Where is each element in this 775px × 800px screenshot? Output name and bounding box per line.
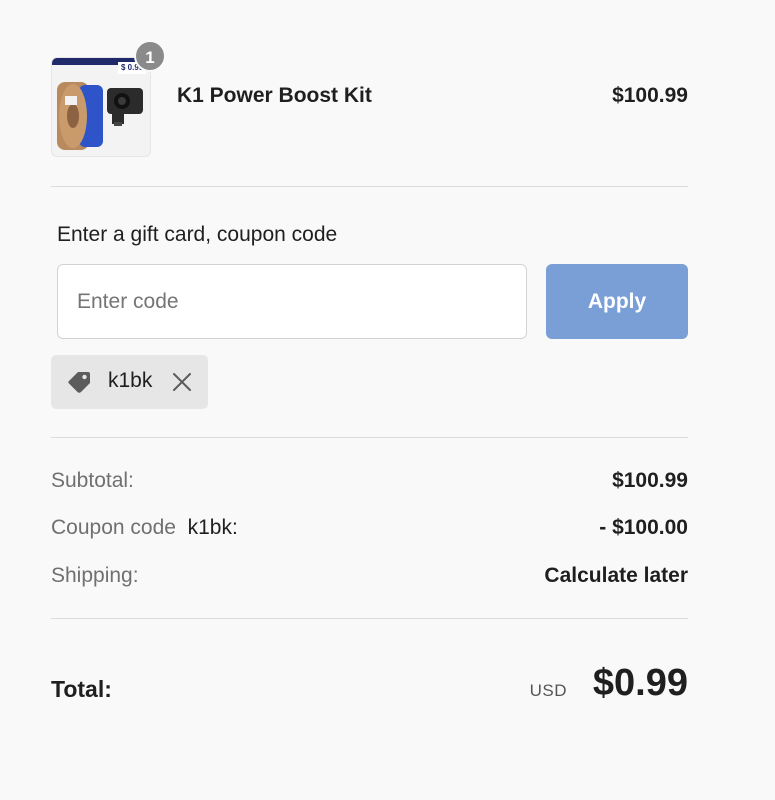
product-name: K1 Power Boost Kit [177,84,372,107]
apply-button[interactable]: Apply [546,264,688,339]
coupon-discount-label-text: Coupon code [51,516,176,539]
applied-coupon-code: k1bk [108,369,153,392]
divider [51,437,688,438]
divider [51,618,688,619]
divider [51,186,688,187]
product-price: $100.99 [612,84,688,107]
subtotal-label: Subtotal: [51,469,134,492]
coupon-code-input[interactable] [57,264,527,339]
shipping-value: Calculate later [544,564,688,587]
tag-icon [68,372,90,393]
total-label: Total: [51,676,112,702]
shipping-label: Shipping: [51,564,139,587]
coupon-section-label: Enter a gift card, coupon code [57,223,338,246]
coupon-discount-code: k1bk: [187,516,238,539]
filament-spool-image [57,82,143,150]
subtotal-value: $100.99 [612,469,688,492]
close-icon[interactable] [171,371,193,393]
applied-coupon-chip: k1bk [51,355,208,409]
coupon-discount-value: - $100.00 [599,516,688,539]
total-currency: USD [529,681,567,700]
quantity-badge: 1 [134,40,166,72]
total-value: $0.99 [592,662,688,704]
coupon-discount-label: Coupon code k1bk: [51,516,238,540]
product-thumbnail: $ 0.99 [51,57,151,157]
